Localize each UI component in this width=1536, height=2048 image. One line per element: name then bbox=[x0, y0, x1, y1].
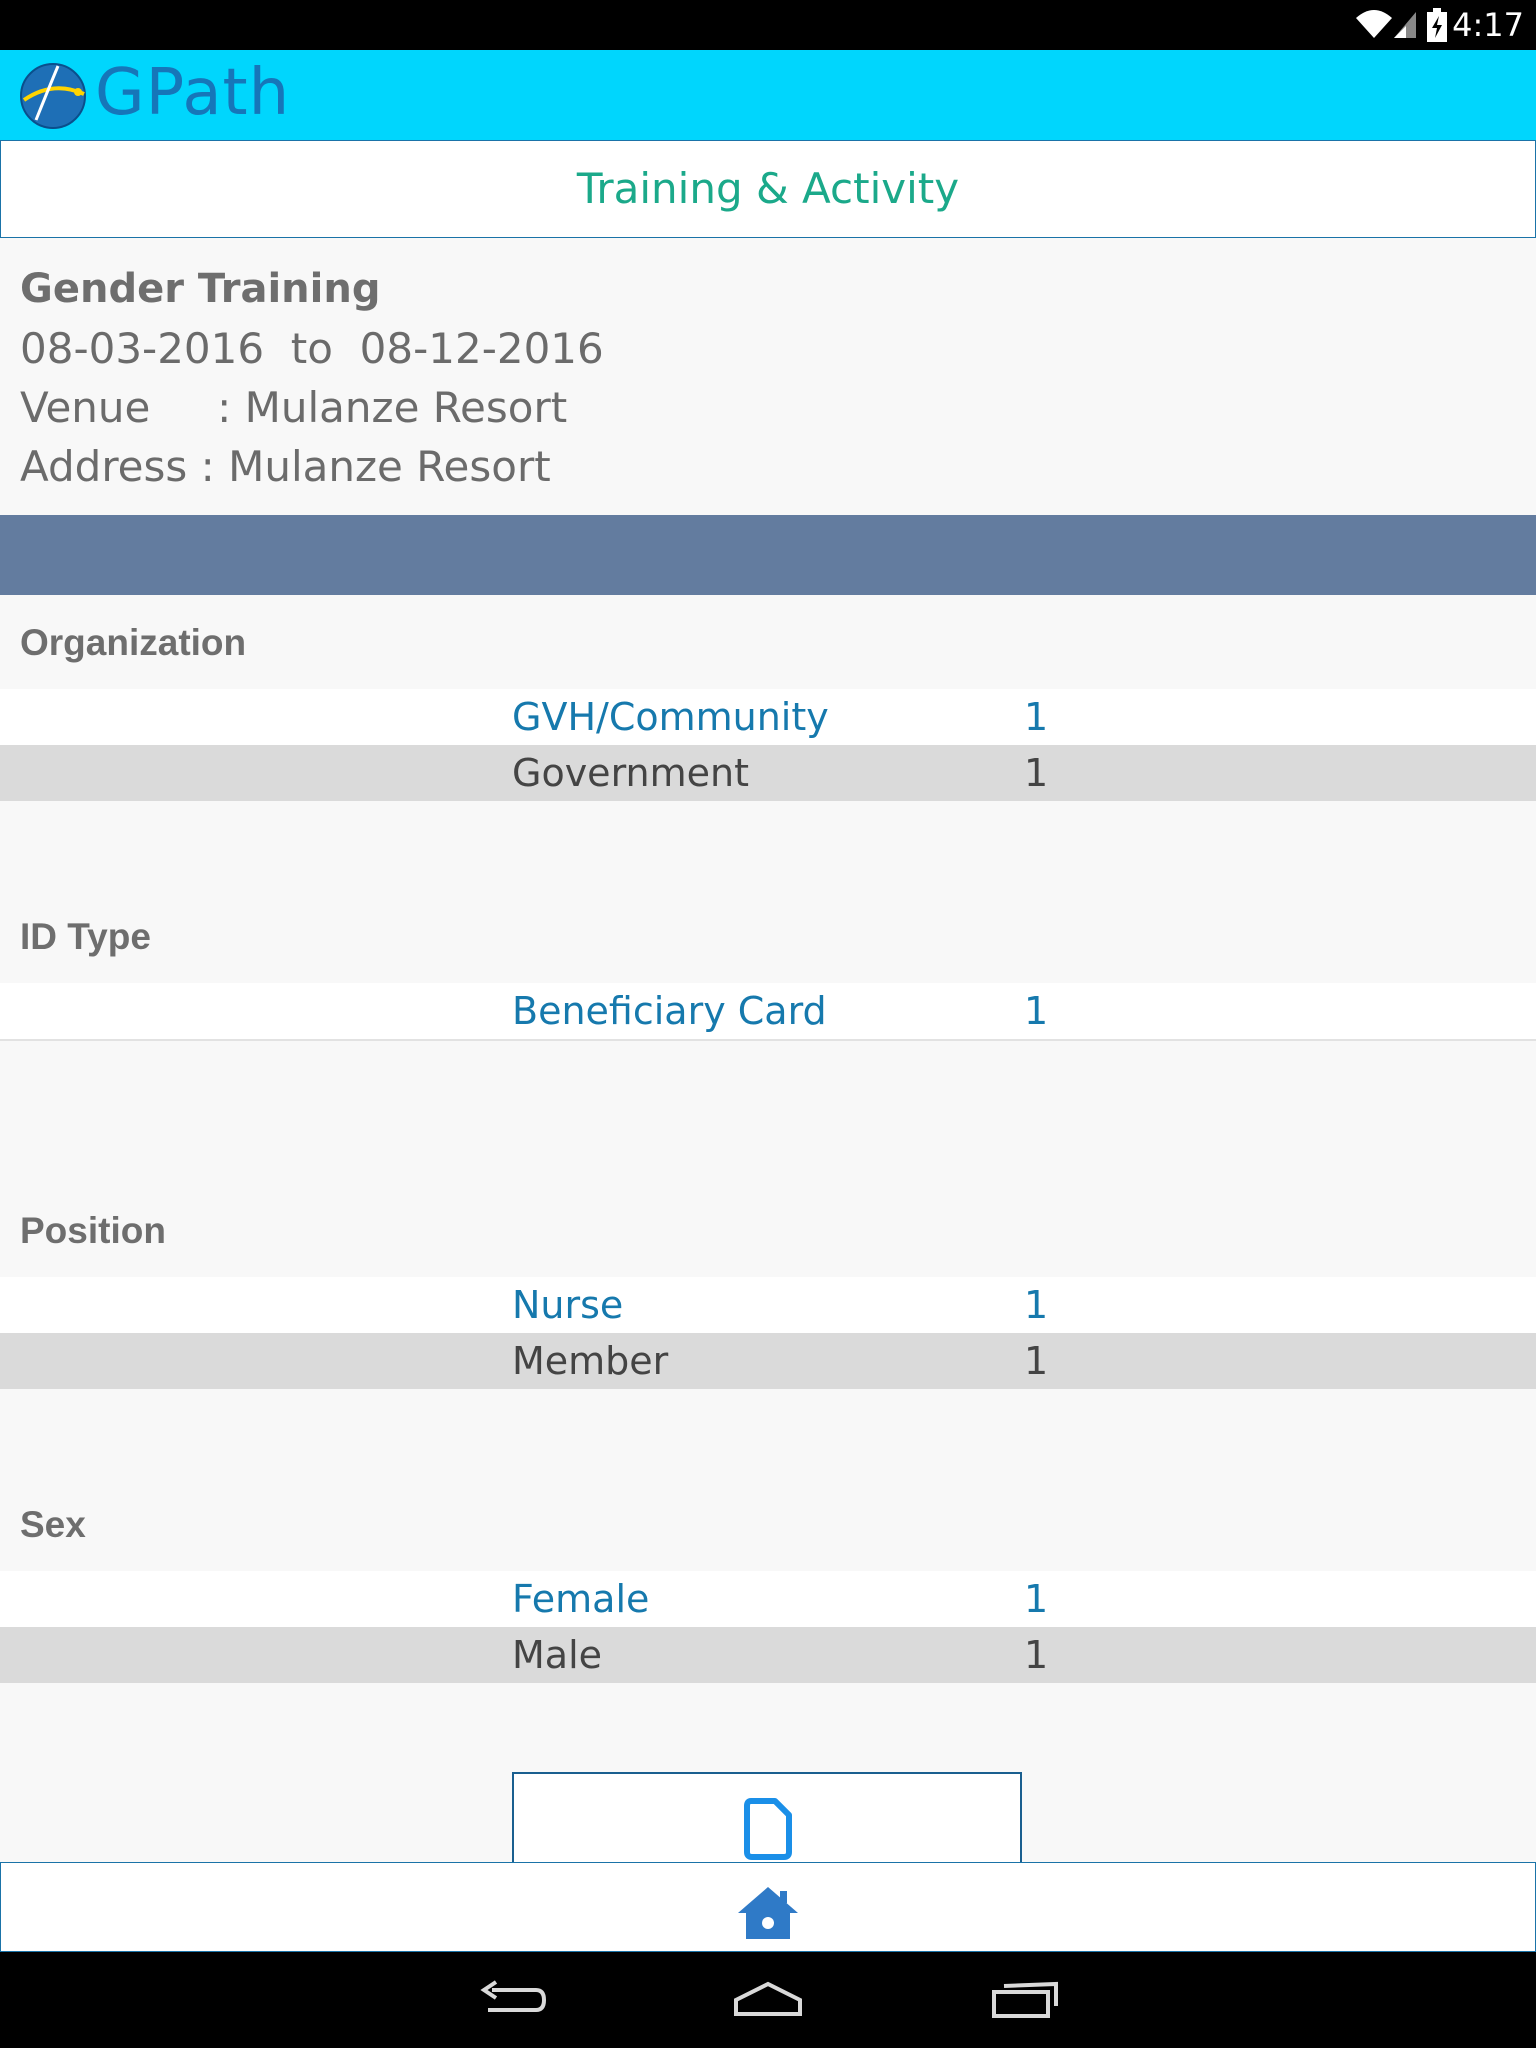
document-icon bbox=[744, 1798, 792, 1860]
row-count: 1 bbox=[1024, 751, 1049, 795]
app-title: GPath bbox=[95, 56, 291, 130]
section-divider-band bbox=[0, 515, 1536, 595]
status-bar: 4:17 bbox=[0, 0, 1536, 50]
training-venue: Venue : Mulanze Resort bbox=[20, 383, 568, 432]
training-address: Address : Mulanze Resort bbox=[20, 442, 551, 491]
row-count: 1 bbox=[1024, 1633, 1049, 1677]
section-title-sex: Sex bbox=[20, 1504, 86, 1545]
row-label: GVH/Community bbox=[512, 695, 829, 739]
row-label: Nurse bbox=[512, 1283, 624, 1327]
table-row[interactable]: Male 1 bbox=[0, 1627, 1536, 1683]
home-icon[interactable] bbox=[736, 1885, 800, 1941]
table-row[interactable]: Beneficiary Card 1 bbox=[0, 983, 1536, 1041]
row-label: Beneficiary Card bbox=[512, 989, 827, 1033]
table-row[interactable]: Member 1 bbox=[0, 1333, 1536, 1389]
table-row[interactable]: Female 1 bbox=[0, 1571, 1536, 1627]
system-nav-bar bbox=[0, 1952, 1536, 2048]
table-row[interactable]: Government 1 bbox=[0, 745, 1536, 801]
section-title-position: Position bbox=[20, 1210, 166, 1251]
section-title-organization: Organization bbox=[20, 622, 247, 663]
export-document-button[interactable] bbox=[512, 1772, 1022, 1864]
back-icon[interactable] bbox=[478, 1980, 548, 2020]
table-row[interactable]: GVH/Community 1 bbox=[0, 689, 1536, 745]
globe-icon bbox=[20, 63, 86, 129]
row-count: 1 bbox=[1024, 1577, 1049, 1621]
signal-icon bbox=[1394, 12, 1416, 38]
training-name: Gender Training bbox=[20, 266, 381, 312]
wifi-icon bbox=[1356, 10, 1392, 38]
row-label: Government bbox=[512, 751, 749, 795]
section-title-id-type: ID Type bbox=[20, 916, 151, 957]
app-header: GPath bbox=[0, 50, 1536, 140]
row-label: Member bbox=[512, 1339, 669, 1383]
page-title: Training & Activity bbox=[576, 164, 960, 213]
row-count: 1 bbox=[1024, 989, 1049, 1033]
row-count: 1 bbox=[1024, 1339, 1049, 1383]
row-count: 1 bbox=[1024, 695, 1049, 739]
bottom-bar bbox=[0, 1862, 1536, 1952]
page-title-bar: Training & Activity bbox=[0, 140, 1536, 238]
home-nav-icon[interactable] bbox=[732, 1980, 804, 2020]
recent-apps-icon[interactable] bbox=[990, 1980, 1060, 2020]
training-dates: 08-03-2016 to 08-12-2016 bbox=[20, 324, 604, 373]
row-label: Male bbox=[512, 1633, 603, 1677]
row-count: 1 bbox=[1024, 1283, 1049, 1327]
row-label: Female bbox=[512, 1577, 650, 1621]
clock: 4:17 bbox=[1452, 6, 1524, 44]
battery-charging-icon bbox=[1427, 8, 1447, 42]
table-row[interactable]: Nurse 1 bbox=[0, 1277, 1536, 1333]
